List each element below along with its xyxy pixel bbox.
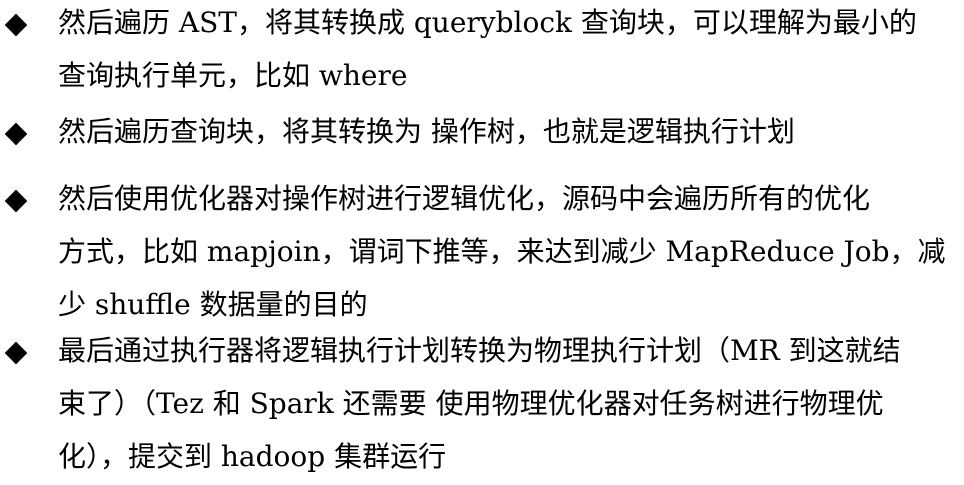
item-1-line-2: 查询执行单元，比如 where	[58, 59, 408, 92]
item-4-line-3: 化），提交到 hadoop 集群运行	[58, 440, 447, 473]
item-3-line-2: 方式，比如 mapjoin，谓词下推等，来达到减少 MapReduce Job，…	[58, 235, 946, 268]
item-4-line-1: 最后通过执行器将逻辑执行计划转换为物理执行计划（MR 到这就结	[58, 334, 901, 367]
diamond-bullet-icon	[4, 189, 28, 213]
item-4-line-2: 束了）（Tez 和 Spark 还需要 使用物理优化器对任务树进行物理优	[58, 387, 884, 420]
item-1-line-1: 然后遍历 AST，将其转换成 queryblock 查询块，可以理解为最小的	[58, 6, 917, 39]
item-3-line-1: 然后使用优化器对操作树进行逻辑优化，源码中会遍历所有的优化	[58, 182, 871, 215]
item-3-line-3: 少 shuffle 数据量的目的	[58, 288, 368, 321]
diamond-bullet-icon	[4, 341, 28, 365]
document-page: 然后遍历 AST，将其转换成 queryblock 查询块，可以理解为最小的 查…	[0, 0, 964, 485]
diamond-bullet-icon	[4, 13, 28, 37]
item-2-line-1: 然后遍历查询块，将其转换为 操作树，也就是逻辑执行计划	[58, 115, 795, 148]
diamond-bullet-icon	[4, 122, 28, 146]
